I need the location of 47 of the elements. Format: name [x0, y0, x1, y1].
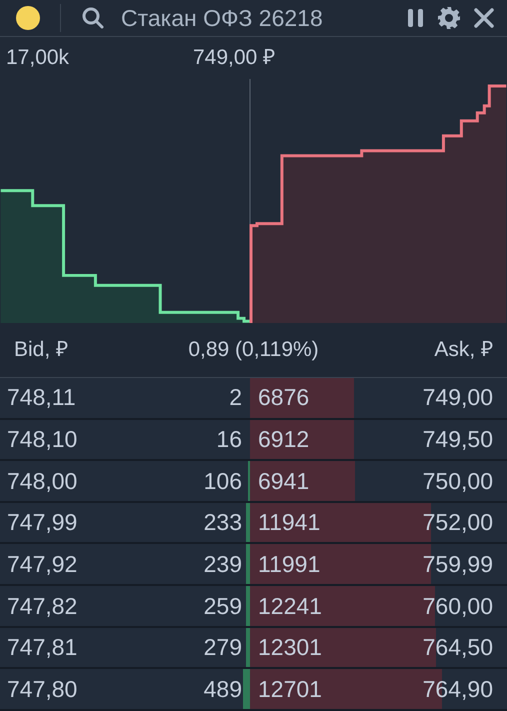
- ask-price: 750,00: [422, 466, 493, 496]
- settings-icon[interactable]: [437, 6, 461, 30]
- ask-volume: 11941: [258, 508, 320, 538]
- ask-volume: 6876: [258, 383, 310, 412]
- bid-volume: 2: [229, 383, 242, 412]
- column-header: Ask, ₽: [433, 337, 493, 364]
- bid-price: 747,92: [7, 550, 78, 580]
- pause-icon[interactable]: [407, 8, 425, 28]
- bid-price: 747,99: [7, 508, 78, 538]
- ask-volume: 6941: [258, 466, 310, 496]
- bid-volume: 259: [204, 592, 242, 621]
- mid-price-label: 749,00 ₽: [193, 45, 276, 72]
- ask-price: 749,50: [422, 425, 493, 454]
- close-icon[interactable]: [473, 6, 495, 29]
- column-header: Bid, ₽: [14, 337, 70, 364]
- ask-volume: 12241: [258, 592, 322, 621]
- ask-price: 752,00: [422, 508, 493, 538]
- bid-volume-bar: [246, 502, 250, 542]
- bid-price: 748,10: [7, 425, 78, 454]
- bid-volume-bar: [246, 544, 250, 584]
- bid-volume-bar: [246, 586, 250, 626]
- bid-volume-bar: [246, 628, 250, 668]
- bid-volume-bar: [242, 669, 250, 710]
- ask-volume: 12701: [258, 674, 322, 704]
- bid-volume: 233: [204, 508, 242, 538]
- bid-volume: 239: [204, 550, 242, 580]
- bid-price: 747,82: [7, 592, 78, 621]
- ask-price: 749,00: [422, 383, 493, 412]
- bid-volume: 106: [204, 466, 242, 496]
- search-icon[interactable]: [81, 6, 105, 30]
- ask-price: 764,50: [422, 633, 493, 662]
- bid-volume: 279: [204, 633, 242, 662]
- bid-price: 748,11: [7, 383, 76, 412]
- bid-price: 747,80: [7, 674, 78, 704]
- ask-volume: 11991: [258, 550, 320, 580]
- spread-label: 0,89 (0,119%): [187, 337, 320, 364]
- ask-volume: 12301: [258, 633, 322, 662]
- max-volume-label: 17,00k: [6, 45, 70, 72]
- bid-price: 747,81: [7, 633, 78, 662]
- bid-volume: 489: [204, 674, 242, 704]
- bid-volume: 16: [216, 425, 242, 454]
- window-title: Стакан ОФЗ 26218: [121, 4, 323, 33]
- ask-price: 759,99: [422, 550, 493, 580]
- bid-price: 748,00: [7, 466, 78, 496]
- ask-price: 764,90: [422, 674, 493, 704]
- ask-price: 760,00: [422, 592, 493, 621]
- ask-volume: 6912: [258, 425, 310, 454]
